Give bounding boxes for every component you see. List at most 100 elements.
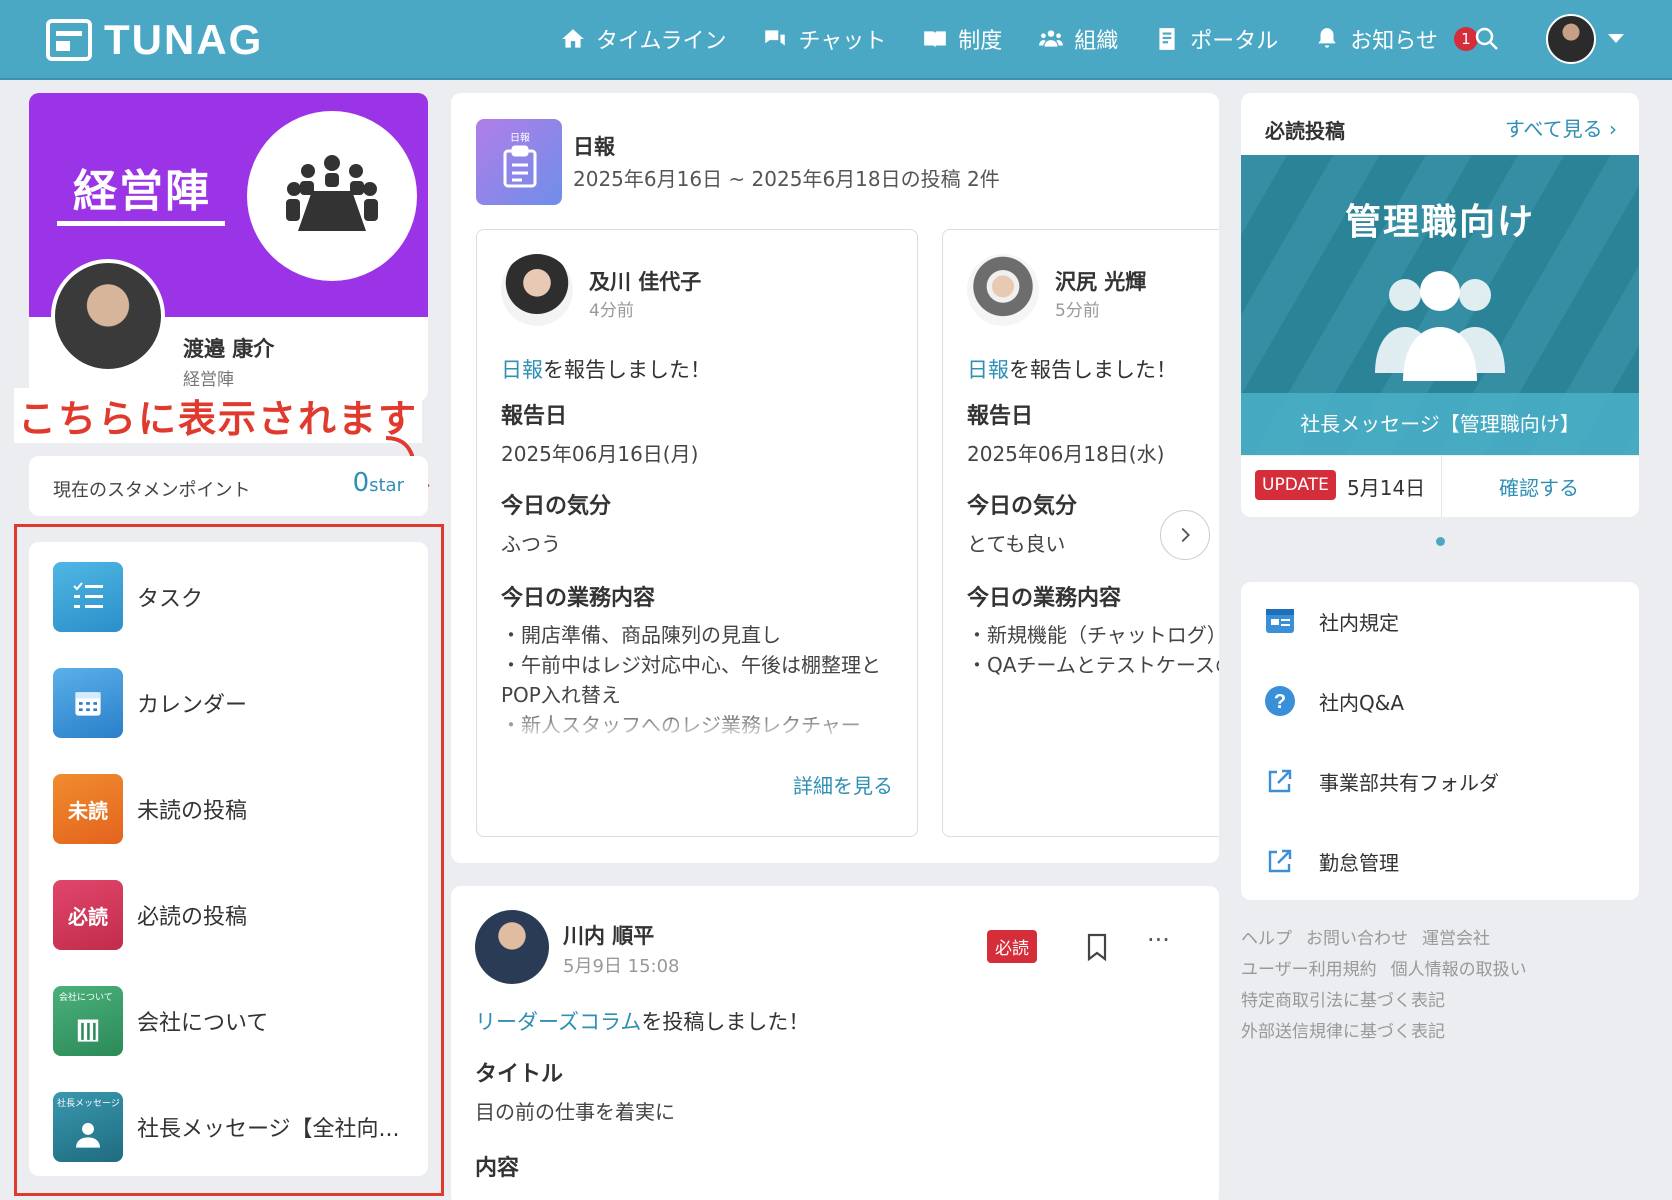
report-tasks: ・新規機能（チャットログ）の仕様整理 ・QAチームとテストケースの確認合わせ bbox=[967, 623, 1219, 677]
link-label: 社内規定 bbox=[1319, 610, 1399, 635]
banner-emblem bbox=[247, 111, 417, 281]
report-date-heading: 報告日 bbox=[501, 404, 568, 429]
report-date: 2025年06月16日(月) bbox=[501, 442, 699, 466]
menu-label: 未読の投稿 bbox=[137, 799, 248, 824]
link-internal-qa[interactable]: ? 社内Q&A bbox=[1263, 684, 1404, 718]
menu-item-task[interactable]: タスク bbox=[53, 562, 413, 632]
more-options-icon[interactable]: ··· bbox=[1147, 926, 1170, 954]
nav-portal[interactable]: ポータル bbox=[1154, 23, 1278, 55]
report-time: 4分前 bbox=[589, 301, 634, 321]
report-author-avatar[interactable] bbox=[501, 254, 573, 326]
chevron-down-icon[interactable] bbox=[1608, 34, 1624, 43]
post-author-avatar[interactable] bbox=[475, 910, 549, 984]
post-author-name[interactable]: 川内 順平 bbox=[563, 920, 654, 950]
banner-title: 管理職向け bbox=[1344, 202, 1535, 243]
carousel-indicator[interactable] bbox=[1436, 537, 1445, 546]
menu-item-must-read-posts[interactable]: 必読 必読の投稿 bbox=[53, 880, 413, 950]
menu-label: 必読の投稿 bbox=[137, 905, 248, 930]
post-title-heading: タイトル bbox=[475, 1062, 564, 1087]
view-details-link[interactable]: 詳細を見る bbox=[793, 770, 893, 799]
report-author-name[interactable]: 沢尻 光輝 bbox=[1055, 266, 1146, 296]
footer-link-contact[interactable]: お問い合わせ bbox=[1306, 929, 1408, 949]
menu-item-about-company[interactable]: 会社について 会社について bbox=[53, 986, 413, 1056]
post-content-heading: 内容 bbox=[475, 1156, 520, 1181]
shortcut-menu: タスク カレンダー 未読 未読の投稿 必読 必読の投稿 会社について 会社につい… bbox=[29, 542, 428, 1176]
footer-link-commerce-law[interactable]: 特定商取引法に基づく表記 bbox=[1241, 991, 1445, 1011]
people-icon bbox=[1039, 30, 1064, 47]
nav-label: 組織 bbox=[1074, 29, 1119, 54]
link-internal-rules[interactable]: 社内規定 bbox=[1263, 604, 1399, 638]
meeting-table-icon bbox=[286, 155, 378, 231]
report-tasks-heading: 今日の業務内容 bbox=[967, 586, 1122, 611]
points-label: 現在のスタメンポイント bbox=[53, 480, 251, 501]
daily-report-thumbnail[interactable]: 日報 bbox=[476, 119, 562, 205]
user-avatar[interactable] bbox=[1546, 14, 1596, 64]
tunag-logo[interactable]: TUNAG bbox=[46, 16, 263, 64]
bookmark-icon[interactable] bbox=[1085, 932, 1109, 962]
nav-label: ポータル bbox=[1190, 29, 1279, 54]
link-attendance[interactable]: 勤怠管理 bbox=[1263, 844, 1399, 878]
nav-organization[interactable]: 組織 bbox=[1038, 23, 1118, 55]
must-read-badge: 必読 bbox=[987, 930, 1037, 963]
post-category-link[interactable]: リーダーズコラム bbox=[475, 1010, 641, 1034]
menu-item-president-message[interactable]: 社長メッセージ 社長メッセージ【全社向... bbox=[53, 1092, 413, 1162]
chevron-right-icon bbox=[1181, 527, 1190, 543]
footer-link-help[interactable]: ヘルプ bbox=[1241, 929, 1292, 949]
footer-link-privacy[interactable]: 個人情報の取扱い bbox=[1391, 960, 1527, 980]
top-header: TUNAG タイムライン チャット 制度 組織 ポータル お知らせ 1 bbox=[0, 0, 1672, 80]
calendar-icon bbox=[53, 668, 123, 738]
report-type-link[interactable]: 日報 bbox=[967, 358, 1009, 382]
icon-text: 会社について bbox=[59, 993, 113, 1003]
confirm-button[interactable]: 確認する bbox=[1499, 472, 1579, 501]
report-action: 日報を報告しました！ bbox=[967, 354, 1177, 384]
carousel-next-button[interactable] bbox=[1160, 510, 1210, 560]
report-author-avatar[interactable] bbox=[967, 254, 1039, 326]
unread-icon: 未読 bbox=[53, 774, 123, 844]
report-card[interactable]: 及川 佳代子 4分前 日報を報告しました！ 報告日 2025年06月16日(月)… bbox=[476, 229, 918, 837]
main-nav: タイムライン チャット 制度 組織 ポータル お知らせ 1 bbox=[560, 0, 1478, 78]
banner-title: 経営陣 bbox=[73, 166, 211, 217]
external-link-icon bbox=[1268, 849, 1292, 873]
report-action-text: を報告しました！ bbox=[543, 358, 711, 382]
points-card[interactable]: 現在のスタメンポイント 0star bbox=[29, 456, 428, 516]
nav-timeline[interactable]: タイムライン bbox=[560, 23, 726, 55]
post-action-text: を投稿しました！ bbox=[641, 1010, 810, 1034]
report-mood-heading: 今日の気分 bbox=[501, 494, 612, 519]
footer-link-company[interactable]: 運営会社 bbox=[1422, 929, 1490, 949]
search-icon[interactable] bbox=[1472, 24, 1502, 54]
nav-system[interactable]: 制度 bbox=[922, 23, 1002, 55]
footer-link-external-transmission[interactable]: 外部送信規律に基づく表記 bbox=[1241, 1022, 1445, 1042]
post-title: 目の前の仕事を着実に bbox=[475, 1100, 675, 1124]
menu-label: カレンダー bbox=[137, 693, 248, 718]
report-type-link[interactable]: 日報 bbox=[501, 358, 543, 382]
menu-item-calendar[interactable]: カレンダー bbox=[53, 668, 413, 738]
profile-card[interactable]: 経営陣 渡邉 康介 経営陣 bbox=[29, 93, 428, 401]
nav-notifications[interactable]: お知らせ 1 bbox=[1314, 23, 1478, 55]
icon-text: 未読 bbox=[68, 798, 108, 823]
profile-avatar[interactable] bbox=[51, 259, 165, 373]
report-author-name[interactable]: 及川 佳代子 bbox=[589, 266, 701, 296]
profile-name[interactable]: 渡邉 康介 bbox=[183, 333, 274, 363]
post-time: 5月9日 15:08 bbox=[563, 956, 680, 977]
footer-link-terms[interactable]: ユーザー利用規約 bbox=[1241, 960, 1377, 980]
must-read-footer: UPDATE 5月14日 確認する bbox=[1241, 455, 1639, 517]
see-all-link[interactable]: すべて見る › bbox=[1505, 113, 1617, 142]
link-shared-folder[interactable]: 事業部共有フォルダ bbox=[1263, 764, 1499, 798]
report-action-text: を報告しました！ bbox=[1009, 358, 1177, 382]
link-label: 社内Q&A bbox=[1319, 690, 1405, 715]
question-icon: ? bbox=[1265, 686, 1295, 716]
nav-label: お知らせ bbox=[1350, 29, 1438, 54]
menu-item-unread-posts[interactable]: 未読 未読の投稿 bbox=[53, 774, 413, 844]
report-mood: ふつう bbox=[501, 532, 561, 556]
points-value: 0star bbox=[353, 468, 404, 498]
daily-report-title[interactable]: 日報 bbox=[573, 131, 615, 161]
report-date: 2025年06月18日(水) bbox=[967, 442, 1165, 466]
must-read-banner[interactable]: 管理職向け 社長メッセージ【管理職向け】 bbox=[1241, 155, 1639, 455]
menu-label: 社長メッセージ【全社向... bbox=[137, 1117, 400, 1142]
link-label: 勤怠管理 bbox=[1319, 850, 1399, 875]
chat-icon bbox=[765, 30, 786, 46]
nav-chat[interactable]: チャット bbox=[762, 23, 886, 55]
home-icon bbox=[562, 29, 584, 48]
logo-icon bbox=[46, 19, 92, 61]
president-message-icon: 社長メッセージ bbox=[53, 1092, 123, 1162]
